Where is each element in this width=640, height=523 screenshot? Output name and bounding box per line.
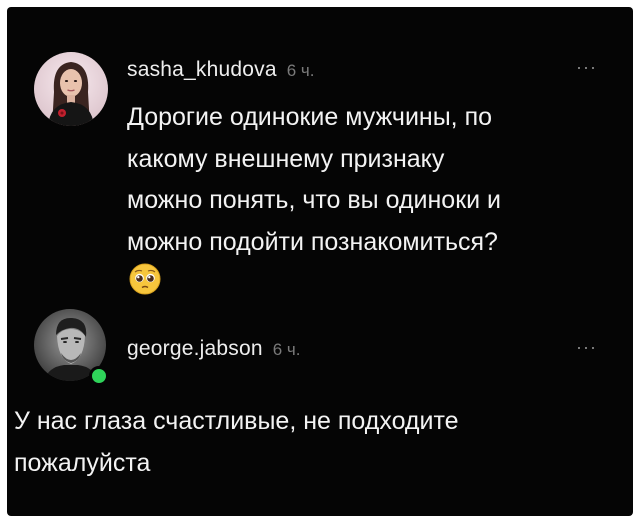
- timestamp: 6 ч.: [286, 61, 315, 80]
- comment-text: У нас глаза счастливые, не подходите пож…: [14, 407, 459, 477]
- comment-thread: sasha_khudova 6 ч. ··· Дорогие одинокие …: [7, 7, 633, 516]
- pleading-face-emoji-icon: [129, 263, 161, 295]
- comment-text: Дорогие одинокие мужчины, по какому внеш…: [127, 103, 502, 256]
- username[interactable]: sasha_khudova: [127, 58, 277, 82]
- more-options-icon[interactable]: ···: [576, 337, 597, 358]
- comment-header: sasha_khudova 6 ч.: [127, 58, 314, 82]
- online-status-dot: [89, 366, 109, 386]
- avatar[interactable]: [34, 52, 108, 126]
- woman-portrait-icon: [34, 52, 108, 126]
- username[interactable]: george.jabson: [127, 337, 263, 361]
- comment-header: george.jabson 6 ч.: [127, 337, 300, 361]
- more-options-icon[interactable]: ···: [576, 57, 597, 78]
- timestamp: 6 ч.: [272, 340, 301, 359]
